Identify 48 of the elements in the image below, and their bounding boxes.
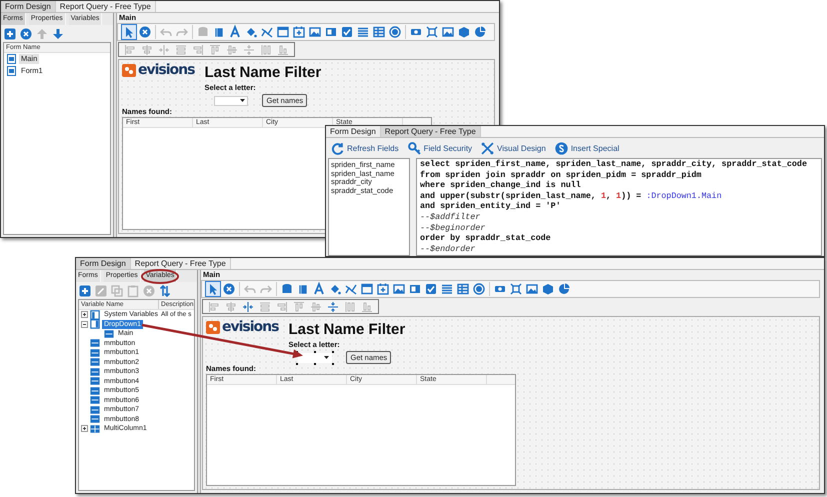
refresh-icon	[331, 142, 344, 154]
text-variable-icon	[104, 328, 114, 339]
caret-icon	[324, 356, 330, 359]
sql-editor[interactable]	[416, 158, 822, 256]
code-line: --$endorder	[420, 244, 476, 254]
logo-text: evisions	[222, 320, 278, 334]
grid-icon	[90, 424, 100, 434]
dropdown-icon	[90, 319, 100, 330]
code-line: --$addfilter	[420, 212, 482, 223]
window-tab[interactable]: Report Query - Free Type	[56, 1, 156, 12]
expand-icon[interactable]	[81, 425, 88, 432]
text-variable-icon	[90, 386, 100, 396]
code-line: from spriden join spraddr on spriden_pidm = spraddr_pidm	[420, 170, 702, 180]
caret-icon	[240, 99, 246, 102]
tools-icon	[481, 142, 494, 154]
section-sign-icon	[554, 142, 568, 154]
code-line: and upper(substr(spriden_last_name, 1, 1)) = :DropDown1.Main	[420, 190, 723, 202]
text-variable-icon	[90, 376, 100, 386]
text-variable-icon	[90, 348, 100, 358]
code-line: order by spraddr_stat_code	[420, 233, 552, 244]
text-variable-icon	[90, 414, 100, 424]
toolbar-button[interactable]: Refresh Fields	[331, 142, 399, 154]
code-line: and spriden_entity_ind = 'P'	[420, 201, 562, 212]
text-variable-icon	[90, 357, 100, 368]
text-variable-icon	[90, 366, 100, 377]
logo-text: evisions	[138, 63, 194, 77]
logo-icon	[206, 320, 220, 334]
window-tab[interactable]: Report Query - Free Type	[380, 126, 481, 137]
toolbar-button[interactable]: Field Security	[408, 142, 472, 154]
text-variable-icon	[90, 395, 100, 406]
collapse-icon[interactable]	[81, 320, 88, 328]
expand-icon[interactable]	[81, 311, 88, 318]
document-icon	[90, 310, 100, 320]
code-line: select spriden_first_name, spriden_last_name, spraddr_city, spraddr_stat_code	[420, 159, 808, 170]
toolbar-button[interactable]: Insert Special	[554, 142, 620, 154]
form-title: Last Name Filter	[288, 322, 406, 338]
form-title: Last Name Filter	[204, 65, 322, 81]
code-line: --$beginorder	[420, 222, 486, 234]
key-icon	[408, 142, 421, 154]
logo-icon	[122, 64, 136, 76]
window-tab[interactable]: Form Design	[326, 126, 381, 137]
window-tab[interactable]: Form Design	[1, 1, 56, 12]
window-tab[interactable]: Report Query - Free Type	[130, 258, 231, 269]
text-variable-icon	[90, 404, 100, 415]
text-variable-icon	[90, 338, 100, 348]
window-tab[interactable]: Form Design	[76, 258, 131, 269]
toolbar-button[interactable]: Visual Design	[481, 142, 546, 154]
code-line: where spriden_change_ind is null	[420, 180, 582, 191]
